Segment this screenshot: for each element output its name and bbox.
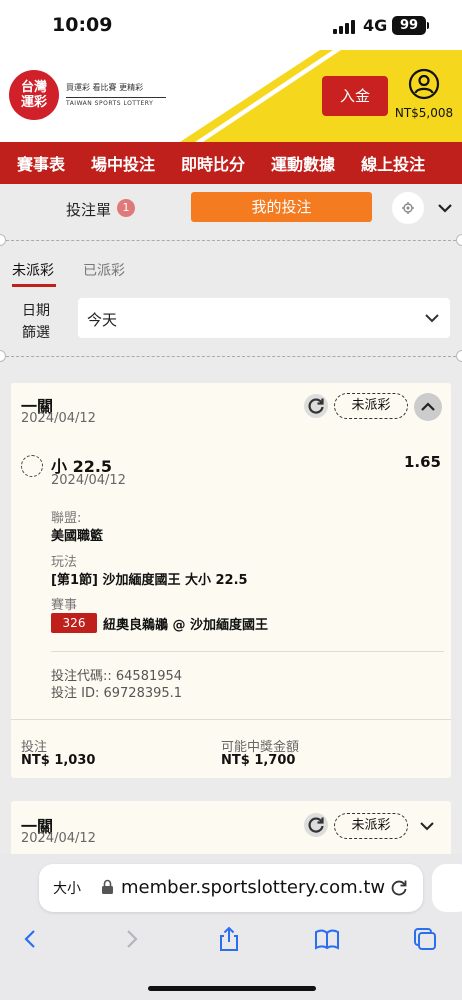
site-header: 台灣 運彩 買運彩 看比賽 更精彩 TAIWAN SPORTS LOTTERY … bbox=[0, 50, 462, 142]
bets-panel: 未派彩 已派彩 日期 篩選 今天 一關 2024/04/12 未派彩 小 22.… bbox=[0, 234, 462, 861]
bet-slip-tab[interactable]: 投注單 bbox=[66, 199, 111, 220]
account-balance: NT$5,008 bbox=[394, 106, 454, 120]
refresh-button[interactable] bbox=[304, 813, 328, 837]
logo-line1: 台灣 bbox=[20, 80, 47, 95]
nav-item-stats[interactable]: 運動數據 bbox=[271, 151, 335, 175]
status-badge: 未派彩 bbox=[334, 813, 408, 839]
network-type: 4G bbox=[363, 16, 388, 35]
bookmarks-icon[interactable] bbox=[314, 926, 340, 952]
divider bbox=[51, 651, 444, 652]
main-nav: 賽事表 場中投注 即時比分 運動數據 線上投注 bbox=[0, 142, 462, 184]
reader-text-size-button[interactable]: 大小 bbox=[53, 878, 81, 898]
account-button[interactable]: NT$5,008 bbox=[393, 68, 455, 120]
battery-icon: 99 bbox=[392, 16, 426, 35]
back-icon[interactable] bbox=[18, 926, 44, 952]
bet-id: 投注 ID: 69728395.1 bbox=[51, 686, 183, 701]
market-label: 玩法 bbox=[51, 555, 78, 570]
chevron-up-icon bbox=[421, 402, 435, 411]
tab-active-underline bbox=[12, 284, 56, 287]
site-logo[interactable]: 台灣 運彩 bbox=[9, 70, 59, 120]
deposit-button[interactable]: 入金 bbox=[322, 76, 388, 116]
reload-icon[interactable] bbox=[388, 877, 410, 899]
refresh-icon bbox=[308, 398, 324, 414]
chevron-down-icon bbox=[425, 314, 439, 323]
chevron-down-icon[interactable] bbox=[436, 199, 454, 217]
refresh-button[interactable] bbox=[304, 394, 328, 418]
lock-icon bbox=[102, 879, 113, 894]
stake-value: NT$ 1,030 bbox=[21, 753, 96, 768]
nav-item-live-score[interactable]: 即時比分 bbox=[181, 151, 245, 175]
selection-odds: 1.65 bbox=[403, 453, 441, 471]
collapse-button[interactable] bbox=[414, 393, 442, 421]
divider bbox=[6, 356, 456, 357]
status-bar: 10:09 4G 99 bbox=[0, 0, 462, 50]
payout-value: NT$ 1,700 bbox=[221, 753, 296, 768]
divider-notch bbox=[456, 350, 462, 362]
bet-date: 2024/04/12 bbox=[21, 411, 96, 426]
settings-button[interactable] bbox=[392, 192, 424, 224]
forward-icon[interactable] bbox=[118, 926, 144, 952]
signal-icon bbox=[333, 20, 357, 34]
date-filter-value: 今天 bbox=[87, 311, 118, 329]
match-name: 紐奧良鵜鶘 @ 沙加緬度國王 bbox=[103, 618, 269, 633]
bet-card: 一關 2024/04/12 未派彩 bbox=[11, 801, 451, 861]
battery-tip bbox=[427, 22, 429, 29]
nav-item-schedule[interactable]: 賽事表 bbox=[17, 151, 65, 175]
divider-notch bbox=[0, 350, 6, 362]
nav-item-in-play[interactable]: 場中投注 bbox=[91, 151, 155, 175]
user-icon bbox=[408, 68, 440, 100]
nav-item-online-bet[interactable]: 線上投注 bbox=[361, 151, 425, 175]
date-filter-select[interactable]: 今天 bbox=[78, 298, 450, 338]
bet-slip-bar: 投注單 1 我的投注 bbox=[0, 184, 462, 234]
chevron-down-icon[interactable] bbox=[419, 818, 435, 834]
selection-date: 2024/04/12 bbox=[51, 473, 126, 488]
selection-indicator-icon bbox=[21, 455, 43, 477]
logo-line2: 運彩 bbox=[20, 95, 47, 110]
market-value: [第1節] 沙加緬度國王 大小 22.5 bbox=[51, 573, 248, 588]
share-icon[interactable] bbox=[216, 926, 242, 952]
date-filter-label-line1: 日期 bbox=[22, 303, 50, 319]
browser-toolbar: 大小 member.sportslottery.com.tw bbox=[0, 854, 462, 1000]
next-tab-peek[interactable] bbox=[432, 864, 462, 912]
gear-icon bbox=[402, 202, 414, 214]
divider-notch bbox=[0, 234, 6, 246]
divider-notch bbox=[456, 234, 462, 246]
address-bar[interactable]: 大小 member.sportslottery.com.tw bbox=[39, 864, 423, 912]
bet-card: 一關 2024/04/12 未派彩 小 22.5 2024/04/12 1.65… bbox=[11, 383, 451, 778]
league-value: 美國職籃 bbox=[51, 529, 104, 544]
status-badge: 未派彩 bbox=[334, 393, 408, 419]
home-indicator bbox=[148, 986, 316, 991]
event-label: 賽事 bbox=[51, 598, 78, 613]
bet-slip-count-badge: 1 bbox=[117, 199, 135, 217]
url-text: member.sportslottery.com.tw bbox=[121, 877, 386, 898]
league-label: 聯盟: bbox=[51, 511, 82, 526]
logo-text: 買運彩 看比賽 更精彩 TAIWAN SPORTS LOTTERY bbox=[66, 82, 166, 107]
brand-en: TAIWAN SPORTS LOTTERY bbox=[66, 97, 166, 107]
divider bbox=[6, 240, 456, 241]
tab-settled[interactable]: 已派彩 bbox=[83, 260, 125, 280]
date-filter-label: 日期 篩選 bbox=[22, 300, 50, 344]
date-filter-label-line2: 篩選 bbox=[22, 325, 50, 341]
status-time: 10:09 bbox=[52, 14, 113, 36]
tab-unsettled[interactable]: 未派彩 bbox=[12, 260, 54, 280]
refresh-icon bbox=[308, 817, 324, 833]
bet-date: 2024/04/12 bbox=[21, 831, 96, 846]
my-bets-button[interactable]: 我的投注 bbox=[191, 192, 372, 222]
tabs-icon[interactable] bbox=[412, 926, 438, 952]
match-number-badge: 326 bbox=[51, 613, 97, 633]
slogan: 買運彩 看比賽 更精彩 bbox=[66, 83, 144, 92]
divider bbox=[11, 719, 451, 720]
